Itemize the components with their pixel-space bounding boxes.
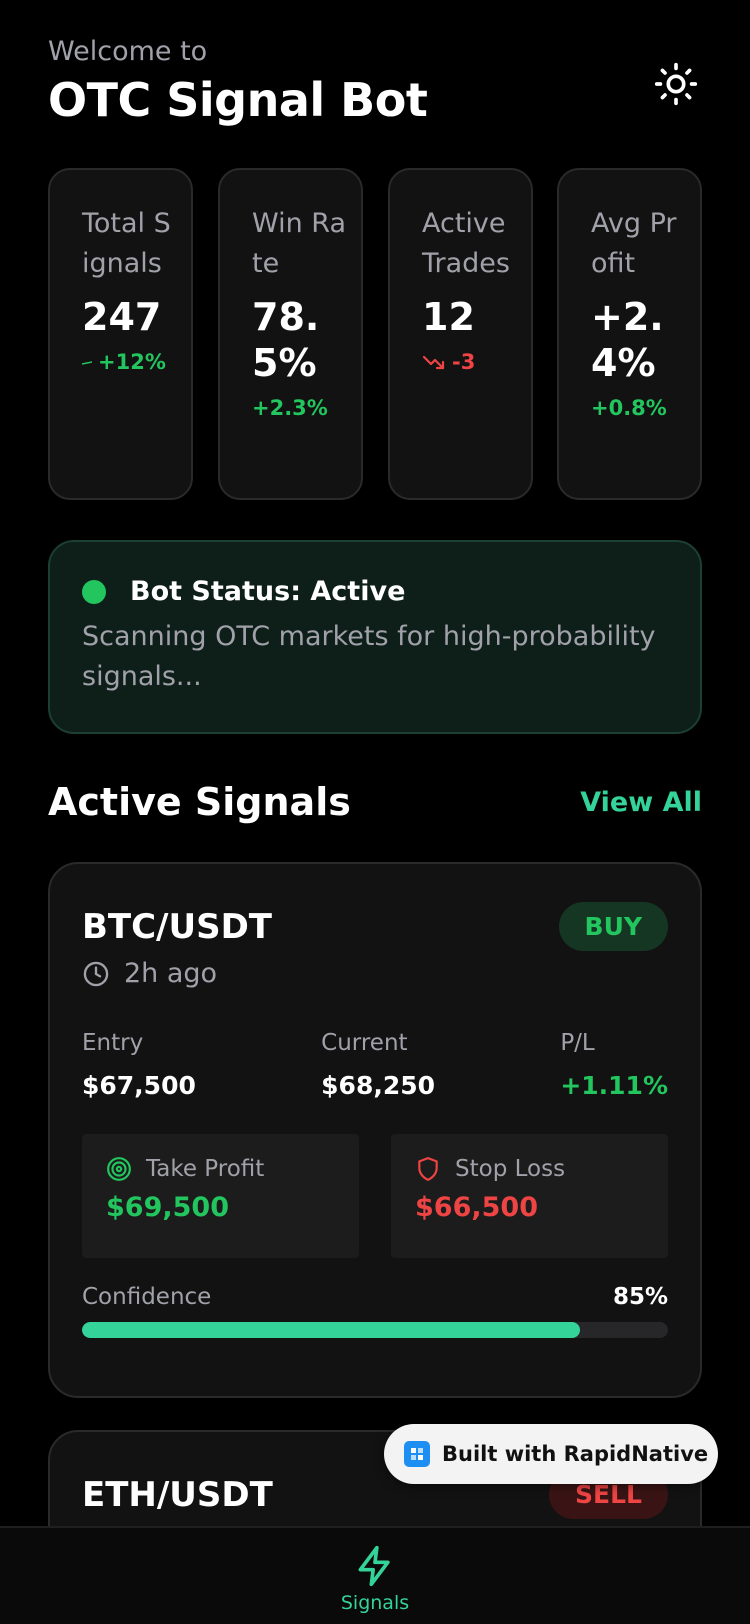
- entry-label: Entry: [82, 1030, 144, 1056]
- page-title: OTC Signal Bot: [48, 73, 428, 127]
- stat-card-win-rate: Win Rate 78.5% +2.3%: [218, 168, 363, 500]
- signal-card-btc[interactable]: BTC/USDT BUY 2h ago Entry $67,500 Curren…: [48, 862, 702, 1398]
- stat-label: Avg Profit: [591, 208, 677, 279]
- stat-change-value: +12%: [98, 350, 166, 374]
- stat-value: +2.4%: [591, 295, 664, 385]
- stat-change-value: +2.3%: [252, 396, 328, 420]
- stat-label: Total Signals: [82, 208, 171, 279]
- stat-card-avg-profit: Avg Profit +2.4% +0.8%: [557, 168, 702, 500]
- confidence-bar: [82, 1322, 668, 1338]
- signal-pair: BTC/USDT: [82, 907, 272, 947]
- stat-card-total-signals: Total Signals 247 +12%: [48, 168, 193, 500]
- stat-change: +12%: [82, 350, 177, 374]
- pl-label: P/L: [560, 1030, 595, 1056]
- active-signals-header: Active Signals View All: [48, 774, 702, 830]
- stat-value: 12: [422, 295, 475, 339]
- bot-status-description: Scanning OTC markets for high-probabilit…: [82, 621, 656, 692]
- profit-loss: P/L +1.11%: [560, 1027, 668, 1100]
- current-label: Current: [321, 1030, 408, 1056]
- view-all-link[interactable]: View All: [580, 787, 702, 818]
- signal-action-badge: BUY: [558, 902, 668, 951]
- confidence-label: Confidence: [82, 1284, 212, 1310]
- stat-value: 78.5%: [252, 295, 320, 385]
- stat-label: Win Rate: [252, 208, 347, 279]
- pl-value: +1.11%: [560, 1071, 668, 1100]
- confidence-row: Confidence 85%: [82, 1284, 668, 1310]
- stop-loss-label: Stop Loss: [455, 1156, 566, 1182]
- signal-prices: Entry $67,500 Current $68,250 P/L +1.11%: [82, 1027, 668, 1100]
- current-price: Current $68,250: [321, 1027, 560, 1100]
- stop-loss-value: $66,500: [415, 1192, 538, 1223]
- confidence-value: 85%: [612, 1284, 668, 1310]
- stat-change-value: +0.8%: [591, 396, 667, 420]
- stat-change-value: -3: [452, 350, 476, 374]
- signal-time-text: 2h ago: [124, 958, 218, 989]
- trend-down-icon: [422, 355, 445, 370]
- confidence-bar-fill: [82, 1322, 581, 1338]
- shield-icon: [418, 1157, 438, 1181]
- bot-status-card: Bot Status: Active Scanning OTC markets …: [48, 540, 702, 734]
- sun-icon: [654, 62, 698, 106]
- nav-label-signals: Signals: [340, 1592, 410, 1614]
- take-profit-label: Take Profit: [146, 1156, 265, 1182]
- built-with-badge[interactable]: Built with RapidNative: [384, 1424, 718, 1484]
- stat-change: +2.3%: [252, 396, 347, 420]
- current-value: $68,250: [321, 1071, 436, 1100]
- theme-toggle-button[interactable]: [652, 60, 700, 108]
- stat-change: +0.8%: [591, 396, 686, 420]
- built-with-label: Built with RapidNative: [442, 1442, 709, 1466]
- bottom-nav: Signals: [0, 1526, 750, 1624]
- header: Welcome to OTC Signal Bot: [48, 32, 702, 132]
- rapidnative-logo-icon: [404, 1441, 430, 1467]
- stat-label: Active Trades: [422, 208, 510, 279]
- signal-time: 2h ago: [82, 958, 668, 989]
- signal-pair: ETH/USDT: [82, 1475, 273, 1515]
- signal-targets: Take Profit $69,500 Stop Loss $66,500: [82, 1134, 668, 1258]
- stats-row: Total Signals 247 +12% Win Rate 78.5% +2…: [48, 168, 702, 500]
- stop-loss-box: Stop Loss $66,500: [391, 1134, 668, 1258]
- welcome-text: Welcome to: [48, 36, 208, 67]
- stat-change: -3: [422, 350, 517, 374]
- stat-card-active-trades: Active Trades 12 -3: [388, 168, 533, 500]
- lightning-icon: [358, 1545, 390, 1587]
- status-dot-icon: [82, 579, 106, 604]
- take-profit-value: $69,500: [106, 1192, 229, 1223]
- entry-price: Entry $67,500: [82, 1027, 321, 1100]
- nav-item-signals[interactable]: Signals: [341, 1528, 409, 1624]
- trend-up-icon: [82, 361, 92, 365]
- stat-value: 247: [82, 295, 162, 339]
- take-profit-box: Take Profit $69,500: [82, 1134, 359, 1258]
- target-icon: [107, 1157, 131, 1181]
- entry-value: $67,500: [82, 1071, 196, 1100]
- clock-icon: [83, 961, 109, 986]
- bot-status-title: Bot Status: Active: [130, 576, 406, 607]
- section-title: Active Signals: [48, 780, 351, 824]
